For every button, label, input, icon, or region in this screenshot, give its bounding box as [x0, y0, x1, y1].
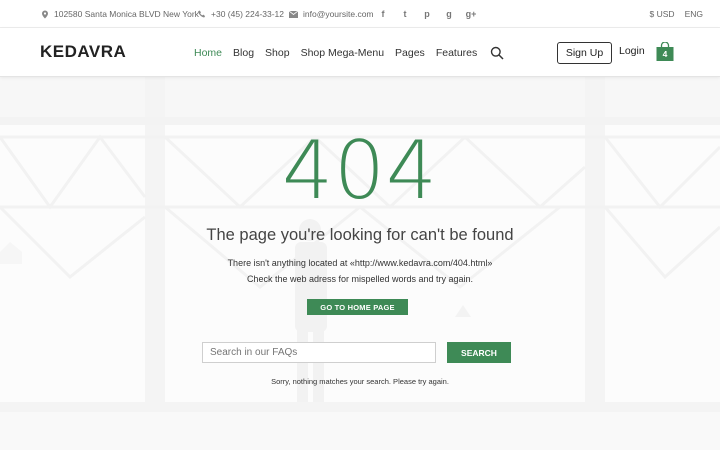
phone-text: +30 (45) 224-33-12 — [211, 9, 285, 19]
github-icon[interactable]: g — [438, 9, 460, 19]
login-link[interactable]: Login — [619, 45, 645, 57]
phone-icon — [197, 10, 206, 19]
twitter-icon[interactable]: t — [394, 9, 416, 19]
map-pin-icon — [40, 10, 49, 19]
main-header: KEDAVRA Home Blog Shop Shop Mega-Menu Pa… — [0, 28, 720, 77]
social-links: f t p g g+ — [372, 0, 482, 28]
top-bar: 102580 Santa Monica BLVD New York +30 (4… — [0, 0, 720, 28]
email-info[interactable]: info@yoursite.com — [289, 0, 374, 28]
search-icon[interactable] — [490, 46, 504, 60]
error-message-line-2: Check the web adress for mispelled words… — [246, 274, 474, 284]
email-text: info@yoursite.com — [303, 9, 374, 19]
nav-item-blog[interactable]: Blog — [233, 47, 254, 59]
address-info: 102580 Santa Monica BLVD New York — [40, 0, 199, 28]
error-code: 404 — [282, 124, 438, 217]
site-logo[interactable]: KEDAVRA — [40, 42, 126, 62]
main-nav: Home Blog Shop Shop Mega-Menu Pages Feat… — [194, 28, 504, 77]
pinterest-icon[interactable]: p — [416, 9, 438, 19]
language-selector[interactable]: ENG — [685, 9, 703, 19]
facebook-icon[interactable]: f — [372, 9, 394, 19]
error-message-line-1: There isn't anything located at «http://… — [227, 258, 493, 268]
error-hero: 404 The page you're looking for can't be… — [0, 77, 720, 450]
google-plus-icon[interactable]: g+ — [460, 9, 482, 19]
sign-up-button[interactable]: Sign Up — [557, 42, 612, 64]
address-text: 102580 Santa Monica BLVD New York — [54, 9, 199, 19]
error-title: The page you're looking for can't be fou… — [206, 226, 514, 244]
envelope-icon — [289, 10, 298, 19]
cart-count-badge: 4 — [662, 49, 668, 59]
search-result-message: Sorry, nothing matches your search. Plea… — [271, 377, 449, 386]
go-to-home-button[interactable]: GO TO HOME PAGE — [307, 299, 408, 315]
phone-info: +30 (45) 224-33-12 — [197, 0, 284, 28]
locale-switcher: $ USD ENG — [650, 0, 703, 28]
faq-search-button[interactable]: SEARCH — [447, 342, 511, 363]
nav-item-home[interactable]: Home — [194, 47, 222, 59]
currency-selector[interactable]: $ USD — [650, 9, 675, 19]
nav-item-pages[interactable]: Pages — [395, 47, 425, 59]
faq-search-input[interactable] — [202, 342, 436, 363]
nav-item-shop[interactable]: Shop — [265, 47, 290, 59]
nav-item-features[interactable]: Features — [436, 47, 477, 59]
cart-button[interactable]: 4 — [655, 41, 675, 62]
nav-item-shop-mega-menu[interactable]: Shop Mega-Menu — [301, 47, 384, 59]
